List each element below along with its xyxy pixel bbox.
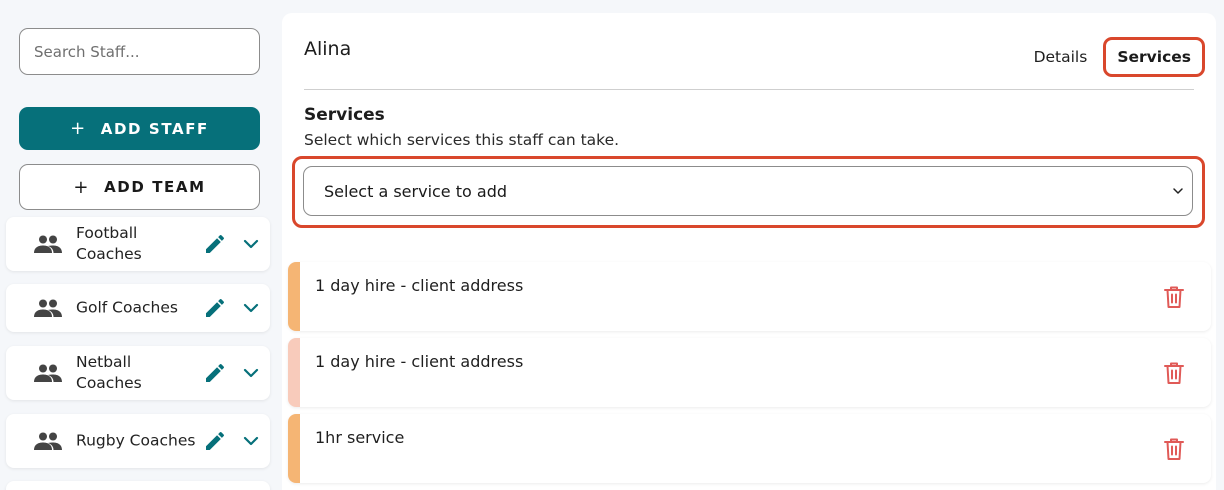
- service-color-stripe: [288, 262, 300, 331]
- add-team-button[interactable]: + ADD TEAM: [19, 164, 260, 210]
- people-icon: [34, 432, 62, 450]
- chevron-down-icon[interactable]: [242, 364, 260, 382]
- service-item: 1 day hire - client address: [288, 338, 1211, 407]
- team-card-partial: [6, 481, 270, 490]
- divider: [304, 89, 1194, 90]
- tab-bar: Details Services: [1034, 37, 1205, 77]
- service-item: 1 day hire - client address: [288, 262, 1211, 331]
- staff-name-title: Alina: [304, 38, 352, 60]
- select-placeholder: Select a service to add: [324, 181, 507, 201]
- chevron-down-icon: [1173, 188, 1183, 194]
- trash-icon[interactable]: [1162, 436, 1186, 462]
- chevron-down-icon[interactable]: [242, 432, 260, 450]
- team-card-netball[interactable]: Netball Coaches: [6, 346, 270, 400]
- team-name: Golf Coaches: [76, 298, 178, 317]
- service-item: 1hr service: [288, 414, 1211, 483]
- team-card-football[interactable]: Football Coaches: [6, 217, 270, 271]
- chevron-down-icon[interactable]: [242, 299, 260, 317]
- people-icon: [34, 299, 62, 317]
- pencil-icon[interactable]: [203, 232, 227, 256]
- pencil-icon[interactable]: [203, 296, 227, 320]
- add-staff-button[interactable]: + ADD STAFF: [19, 107, 260, 150]
- service-color-stripe: [288, 414, 300, 483]
- section-title: Services: [304, 105, 385, 125]
- service-name: 1 day hire - client address: [315, 276, 524, 295]
- sidebar: + ADD STAFF + ADD TEAM Football Coaches …: [0, 0, 280, 490]
- team-name: Football Coaches: [76, 224, 142, 263]
- plus-icon: +: [70, 118, 87, 139]
- trash-icon[interactable]: [1162, 360, 1186, 386]
- add-team-label: ADD TEAM: [104, 178, 206, 196]
- people-icon: [34, 235, 62, 253]
- chevron-down-icon[interactable]: [242, 235, 260, 253]
- add-staff-label: ADD STAFF: [100, 119, 209, 138]
- trash-icon[interactable]: [1162, 284, 1186, 310]
- team-name: Netball Coaches: [76, 353, 142, 392]
- service-name: 1hr service: [315, 428, 405, 447]
- plus-icon: +: [73, 176, 91, 198]
- team-name: Rugby Coaches: [76, 431, 196, 450]
- service-color-stripe: [288, 338, 300, 407]
- people-icon: [34, 364, 62, 382]
- pencil-icon[interactable]: [203, 429, 227, 453]
- pencil-icon[interactable]: [203, 361, 227, 385]
- team-card-golf[interactable]: Golf Coaches: [6, 284, 270, 332]
- tab-services[interactable]: Services: [1103, 37, 1205, 77]
- search-staff-input[interactable]: [19, 28, 260, 75]
- section-description: Select which services this staff can tak…: [304, 131, 620, 149]
- service-select-dropdown[interactable]: Select a service to add: [303, 166, 1193, 216]
- tab-details[interactable]: Details: [1034, 48, 1088, 66]
- team-card-rugby[interactable]: Rugby Coaches: [6, 414, 270, 468]
- service-name: 1 day hire - client address: [315, 352, 524, 371]
